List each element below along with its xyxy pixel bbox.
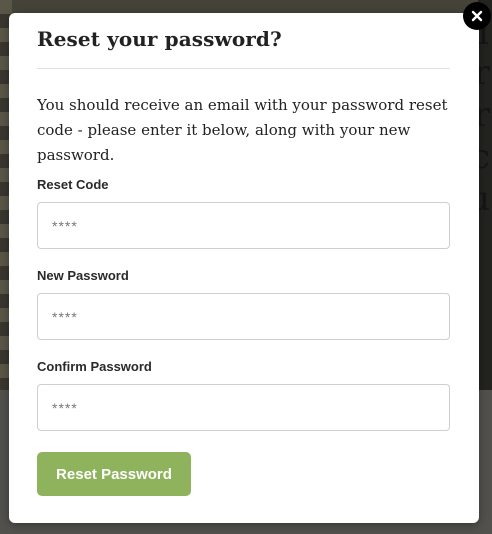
new-password-input[interactable]: [37, 293, 450, 340]
reset-password-button[interactable]: Reset Password: [37, 452, 191, 496]
reset-code-input[interactable]: [37, 202, 450, 249]
confirm-password-label: Confirm Password: [37, 359, 152, 374]
reset-password-modal: Reset your password? You should receive …: [9, 13, 479, 523]
close-icon: [471, 10, 483, 22]
reset-code-label: Reset Code: [37, 177, 109, 192]
close-button[interactable]: [463, 2, 491, 30]
modal-title: Reset your password?: [37, 27, 282, 51]
title-divider: [37, 68, 450, 69]
intro-text: You should receive an email with your pa…: [37, 96, 448, 164]
confirm-password-input[interactable]: [37, 384, 450, 431]
new-password-label: New Password: [37, 268, 129, 283]
